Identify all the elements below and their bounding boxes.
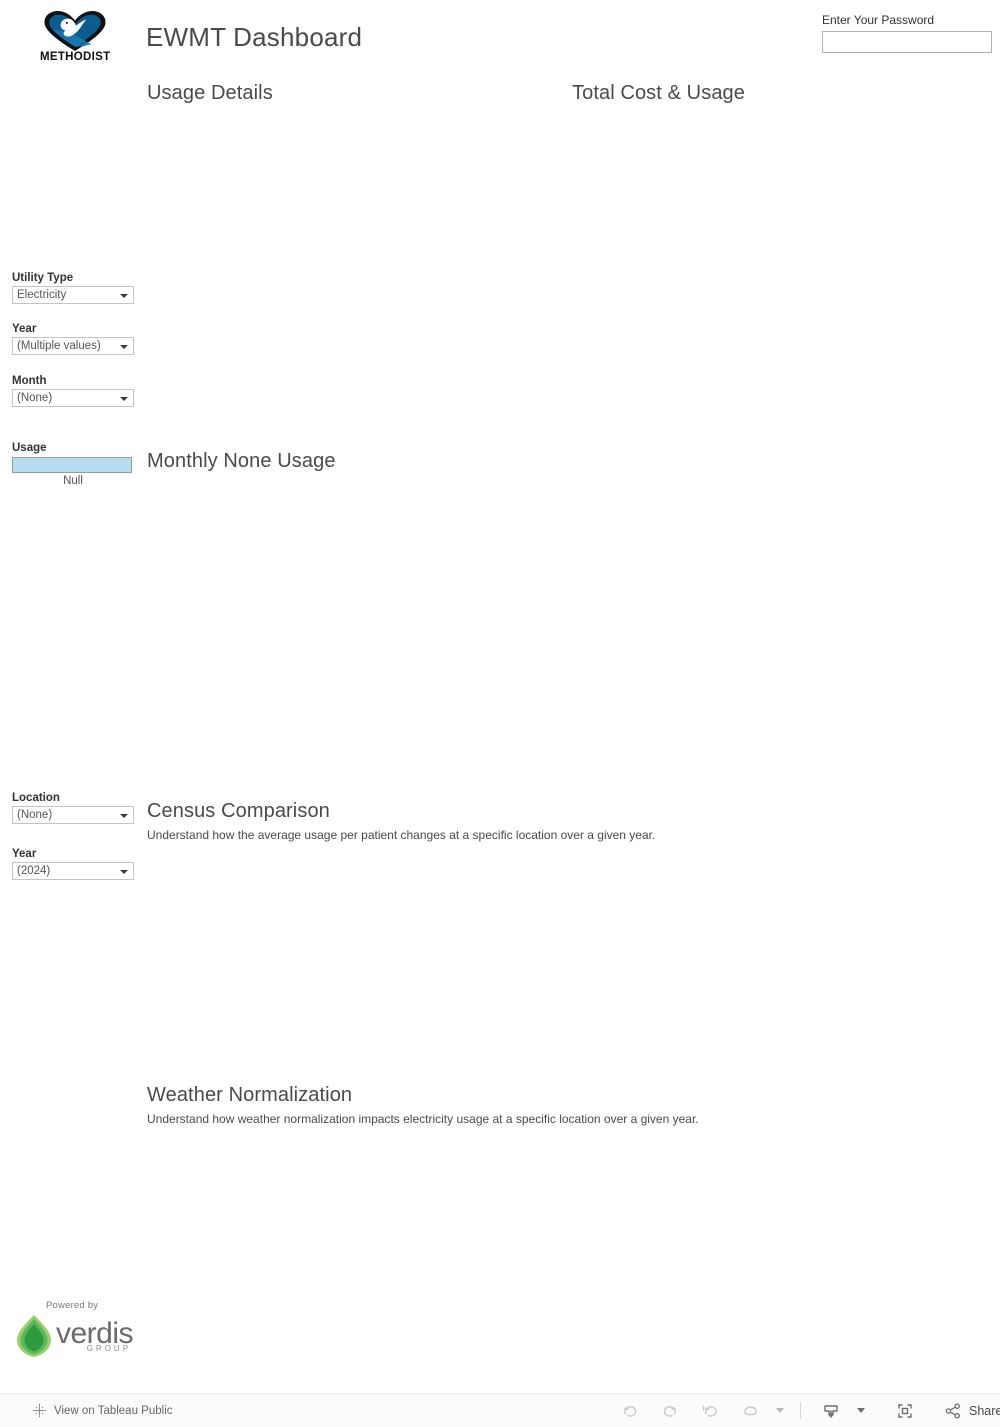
filter-year-census-value: (2024) (17, 865, 51, 877)
filter-year-usage-label: Year (12, 323, 37, 335)
refresh-icon (744, 1405, 757, 1415)
verdis-group-logo: Powered by verdis GROUP (14, 1300, 144, 1359)
undo-button[interactable] (610, 1396, 650, 1425)
pause-updates-dropdown[interactable] (770, 1396, 790, 1425)
undo-icon (624, 1405, 637, 1417)
filter-location: Location (None) (12, 792, 134, 824)
view-on-tableau-public-link[interactable]: View on Tableau Public (32, 1403, 173, 1418)
census-comparison-subtitle: Understand how the average usage per pat… (147, 828, 656, 842)
share-label: Share (969, 1403, 1000, 1418)
census-comparison-title: Census Comparison (147, 800, 330, 822)
chevron-down-icon (857, 1408, 865, 1413)
filter-month: Month (None) (12, 375, 134, 407)
redo-icon (663, 1405, 676, 1417)
methodist-heart-dove-icon (44, 10, 106, 52)
chevron-down-icon (120, 814, 128, 818)
download-icon (824, 1404, 838, 1418)
verdis-powered-by-label: Powered by (46, 1300, 99, 1311)
share-button[interactable]: Share (937, 1396, 1000, 1425)
filter-utility-type: Utility Type Electricity (12, 272, 134, 304)
chevron-down-icon (120, 294, 128, 298)
filter-month-label: Month (12, 375, 47, 387)
usage-legend-swatch[interactable] (12, 457, 132, 473)
redo-button[interactable] (650, 1396, 690, 1425)
filter-utility-type-dropdown[interactable]: Electricity (12, 286, 134, 304)
total-cost-usage-title: Total Cost & Usage (572, 82, 745, 104)
chevron-down-icon (120, 870, 128, 874)
fullscreen-button[interactable] (885, 1396, 925, 1425)
password-label: Enter Your Password (822, 13, 935, 27)
filter-year-census: Year (2024) (12, 848, 134, 880)
toolbar-separator (800, 1402, 801, 1419)
weather-normalization-title: Weather Normalization (147, 1084, 353, 1106)
methodist-logo: METHODIST (40, 10, 110, 66)
tableau-link-label: View on Tableau Public (54, 1404, 173, 1417)
fullscreen-icon (898, 1403, 912, 1418)
filter-year-usage-dropdown[interactable]: (Multiple values) (12, 337, 134, 355)
filter-location-value: (None) (17, 809, 53, 821)
filter-utility-type-value: Electricity (17, 289, 67, 301)
password-block: Enter Your Password (822, 13, 992, 53)
toolbar-actions: Share (610, 1396, 1000, 1425)
refresh-button[interactable] (730, 1396, 770, 1425)
filter-month-dropdown[interactable]: (None) (12, 389, 134, 407)
share-icon (945, 1402, 960, 1419)
filter-location-dropdown[interactable]: (None) (12, 806, 134, 824)
monthly-usage-title: Monthly None Usage (147, 450, 336, 472)
filter-year-usage: Year (Multiple values) (12, 323, 134, 355)
tableau-logo-icon (32, 1403, 47, 1418)
usage-details-title: Usage Details (147, 82, 273, 104)
methodist-wordmark: METHODIST (40, 51, 111, 63)
chevron-down-icon (120, 345, 128, 349)
filter-year-usage-value: (Multiple values) (17, 340, 101, 352)
chevron-down-icon (120, 397, 128, 401)
usage-legend-value: Null (63, 475, 83, 487)
download-button[interactable] (811, 1396, 851, 1425)
filter-year-census-label: Year (12, 848, 37, 860)
usage-legend-label: Usage (12, 442, 47, 454)
revert-button[interactable] (690, 1396, 730, 1425)
filter-month-value: (None) (17, 392, 53, 404)
filter-utility-type-label: Utility Type (12, 272, 74, 284)
verdis-leaf-icon (17, 1315, 51, 1357)
usage-legend: Usage Null (12, 442, 134, 487)
revert-icon (702, 1405, 717, 1417)
filter-location-label: Location (12, 792, 60, 804)
filter-year-census-dropdown[interactable]: (2024) (12, 862, 134, 880)
page-title: EWMT Dashboard (146, 22, 363, 52)
weather-normalization-subtitle: Understand how weather normalization imp… (147, 1112, 699, 1126)
chevron-down-icon (776, 1408, 784, 1413)
password-input[interactable] (822, 31, 992, 53)
download-options-dropdown[interactable] (851, 1396, 871, 1425)
